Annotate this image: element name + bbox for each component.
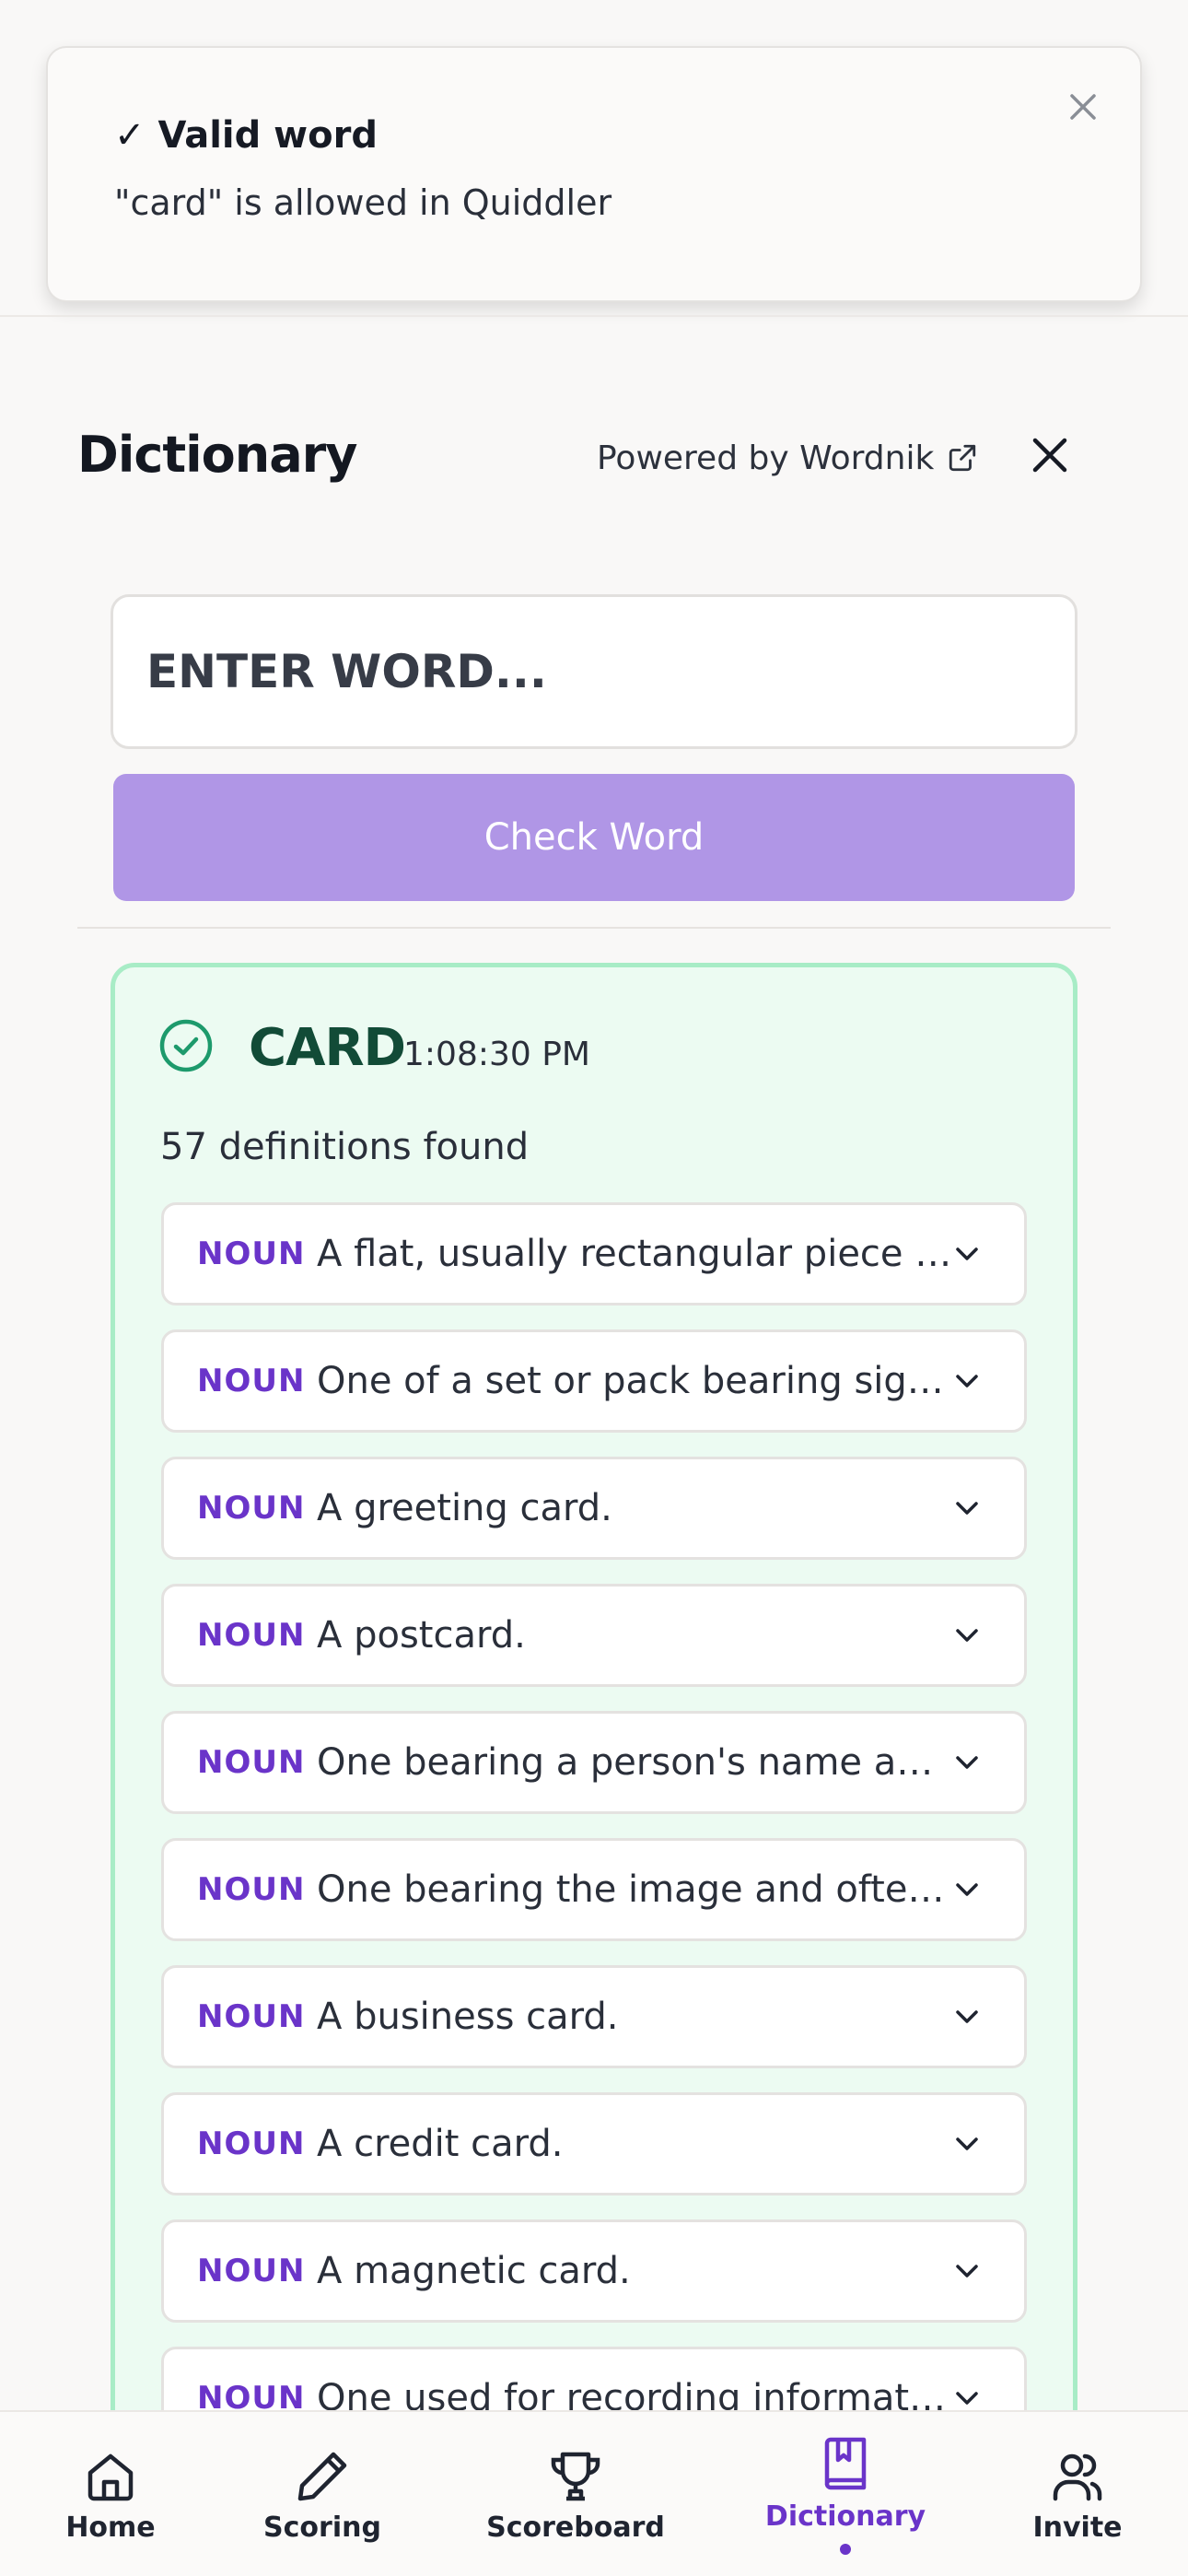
powered-by-wordnik-link[interactable]: Powered by Wordnik: [597, 435, 978, 481]
pencil-icon: [297, 2452, 347, 2501]
page-title: Dictionary: [77, 426, 357, 484]
check-word-button[interactable]: Check Word: [113, 774, 1075, 901]
chevron-down-icon: [949, 1235, 985, 1272]
trophy-icon: [551, 2452, 600, 2501]
definition-item[interactable]: NOUN A credit card.: [161, 2092, 1027, 2195]
active-indicator-dot: [840, 2544, 851, 2555]
definition-item[interactable]: NOUN One of a set or pack bearing signifi…: [161, 1329, 1027, 1433]
chevron-down-icon: [949, 1744, 985, 1781]
definition-text: A flat, usually rectangular piece of sti…: [317, 1233, 952, 1275]
result-timestamp: 1:08:30 PM: [403, 1036, 590, 1073]
definition-text: A magnetic card.: [317, 2250, 631, 2292]
definition-text: A credit card.: [317, 2123, 564, 2165]
divider: [77, 927, 1111, 929]
definition-text: A postcard.: [317, 1614, 526, 1657]
definition-count: 57 definitions found: [160, 1126, 530, 1168]
chevron-down-icon: [949, 1871, 985, 1908]
definition-item[interactable]: NOUN A flat, usually rectangular piece of…: [161, 1202, 1027, 1306]
definition-item[interactable]: NOUN A greeting card.: [161, 1457, 1027, 1560]
chevron-down-icon: [949, 1363, 985, 1399]
chevron-down-icon: [949, 1617, 985, 1654]
toast-title: ✓ Valid word: [114, 114, 378, 157]
home-icon: [87, 2453, 134, 2501]
external-link-icon: [949, 444, 976, 472]
word-input[interactable]: [111, 594, 1077, 749]
part-of-speech: NOUN: [197, 1235, 306, 1272]
definition-item[interactable]: NOUN A magnetic card.: [161, 2219, 1027, 2323]
nav-scoreboard[interactable]: Scoreboard: [486, 2412, 665, 2576]
powered-by-label: Powered by Wordnik: [597, 439, 935, 477]
part-of-speech: NOUN: [197, 1871, 306, 1908]
definition-text: One of a set or pack bearing significant…: [317, 1360, 952, 1402]
definition-item[interactable]: NOUN A postcard.: [161, 1584, 1027, 1687]
nav-label: Home: [65, 2512, 156, 2544]
definition-item[interactable]: NOUN One bearing the image and often stat…: [161, 1838, 1027, 1941]
chevron-down-icon: [949, 2125, 985, 2162]
part-of-speech: NOUN: [197, 2125, 306, 2162]
part-of-speech: NOUN: [197, 1744, 306, 1781]
definition-text: One bearing the image and often statisti…: [317, 1868, 952, 1911]
nav-label: Dictionary: [764, 2500, 926, 2533]
chevron-down-icon: [949, 1998, 985, 2035]
definition-item[interactable]: NOUN One bearing a person's name and addr…: [161, 1711, 1027, 1814]
bottom-navigation: Home Scoring Scoreboard Dictionary Invit…: [0, 2410, 1188, 2576]
part-of-speech: NOUN: [197, 1998, 306, 2035]
part-of-speech: NOUN: [197, 1490, 306, 1527]
definition-list: NOUN A flat, usually rectangular piece of…: [161, 1202, 1027, 2474]
definition-text: One bearing a person's name and address: [317, 1741, 952, 1784]
nav-label: Invite: [1032, 2512, 1123, 2544]
divider: [0, 315, 1188, 317]
close-icon: [1070, 94, 1096, 120]
nav-scoring[interactable]: Scoring: [263, 2412, 381, 2576]
valid-word-toast: ✓ Valid word "card" is allowed in Quiddl…: [46, 46, 1142, 302]
nav-home[interactable]: Home: [55, 2412, 166, 2576]
chevron-down-icon: [949, 1490, 985, 1527]
toast-message: "card" is allowed in Quiddler: [114, 182, 612, 223]
nav-label: Scoreboard: [486, 2512, 665, 2544]
nav-label: Scoring: [263, 2512, 381, 2544]
close-icon: [1032, 438, 1067, 473]
check-circle-icon: [159, 1019, 213, 1072]
nav-dictionary[interactable]: Dictionary: [765, 2412, 926, 2576]
chevron-down-icon: [949, 2253, 985, 2289]
definition-text: A business card.: [317, 1996, 619, 2038]
result-word: CARD: [249, 1018, 406, 1078]
part-of-speech: NOUN: [197, 1617, 306, 1654]
definition-text: A greeting card.: [317, 1487, 612, 1529]
close-dictionary-button[interactable]: [1022, 427, 1077, 483]
definition-item[interactable]: NOUN A business card.: [161, 1965, 1027, 2068]
toast-close-button[interactable]: [1057, 81, 1109, 133]
part-of-speech: NOUN: [197, 1363, 306, 1399]
book-icon: [824, 2437, 867, 2490]
nav-invite[interactable]: Invite: [1022, 2412, 1133, 2576]
users-icon: [1053, 2453, 1102, 2501]
part-of-speech: NOUN: [197, 2253, 306, 2289]
dictionary-screen: ✓ Valid word "card" is allowed in Quiddl…: [0, 0, 1188, 2576]
